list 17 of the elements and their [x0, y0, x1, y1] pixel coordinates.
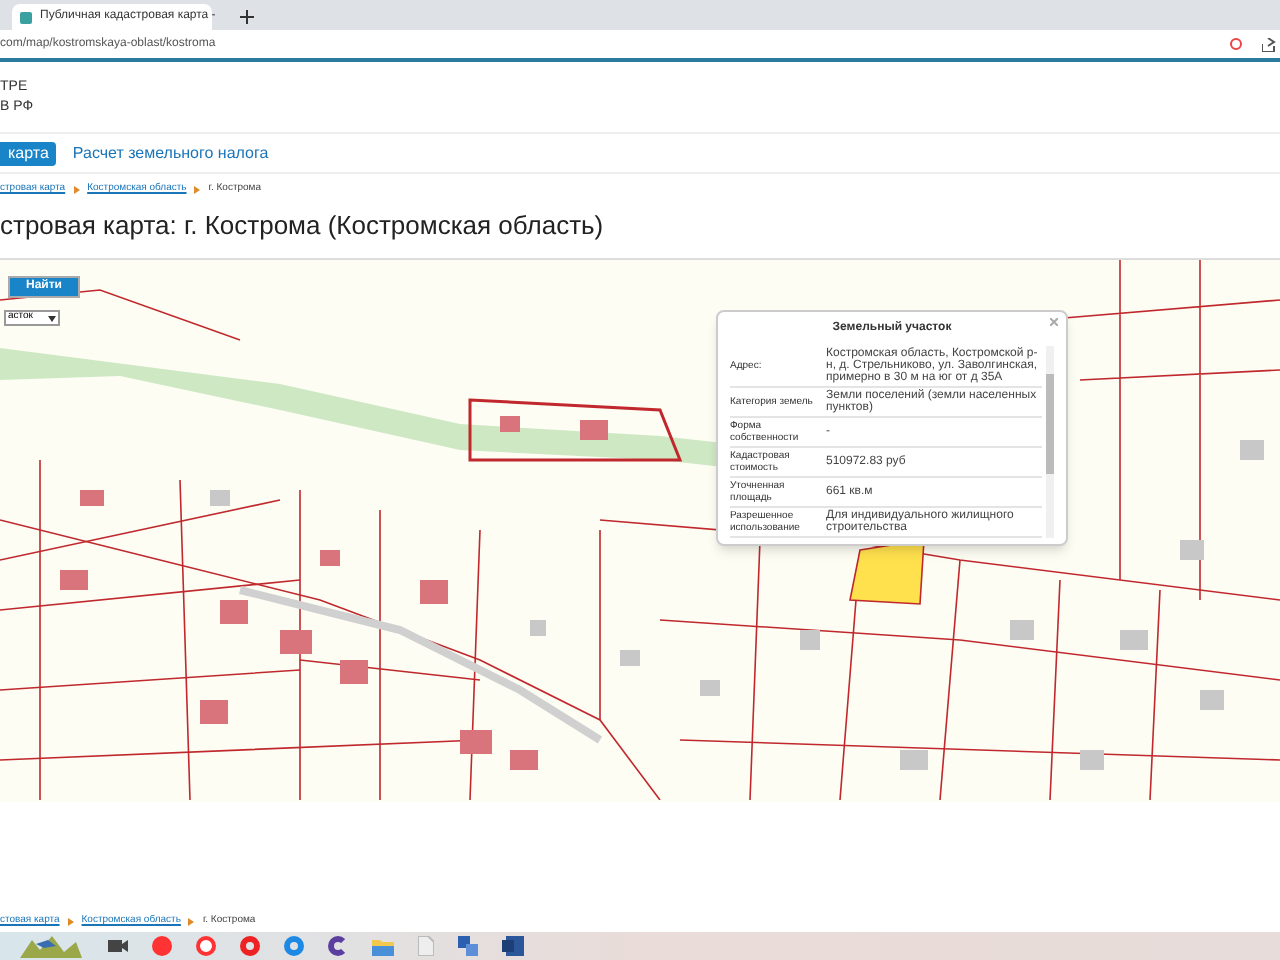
share-icon[interactable] — [1262, 37, 1276, 51]
breadcrumb-separator-icon — [73, 186, 80, 194]
nav-tab[interactable]: карта — [0, 141, 57, 165]
new-tab-icon[interactable] — [240, 10, 254, 24]
c-logo-icon[interactable] — [328, 936, 348, 956]
chevron-down-icon — [48, 315, 56, 321]
scrollbar-track[interactable] — [1046, 346, 1054, 538]
map-favicon-icon — [20, 11, 32, 23]
page-title: стровая карта: г. Кострома (Костромская область) — [0, 208, 606, 244]
camera-icon[interactable] — [108, 938, 128, 954]
folder-icon[interactable] — [372, 937, 394, 955]
ring-icon[interactable] — [284, 936, 304, 956]
breadcrumb-separator-icon — [194, 186, 201, 194]
close-icon[interactable] — [1050, 318, 1058, 326]
breadcrumb-separator-icon — [188, 917, 195, 925]
breadcrumb-separator-icon — [67, 917, 74, 925]
nav-tab[interactable]: Расчет земельного налога — [68, 141, 273, 165]
